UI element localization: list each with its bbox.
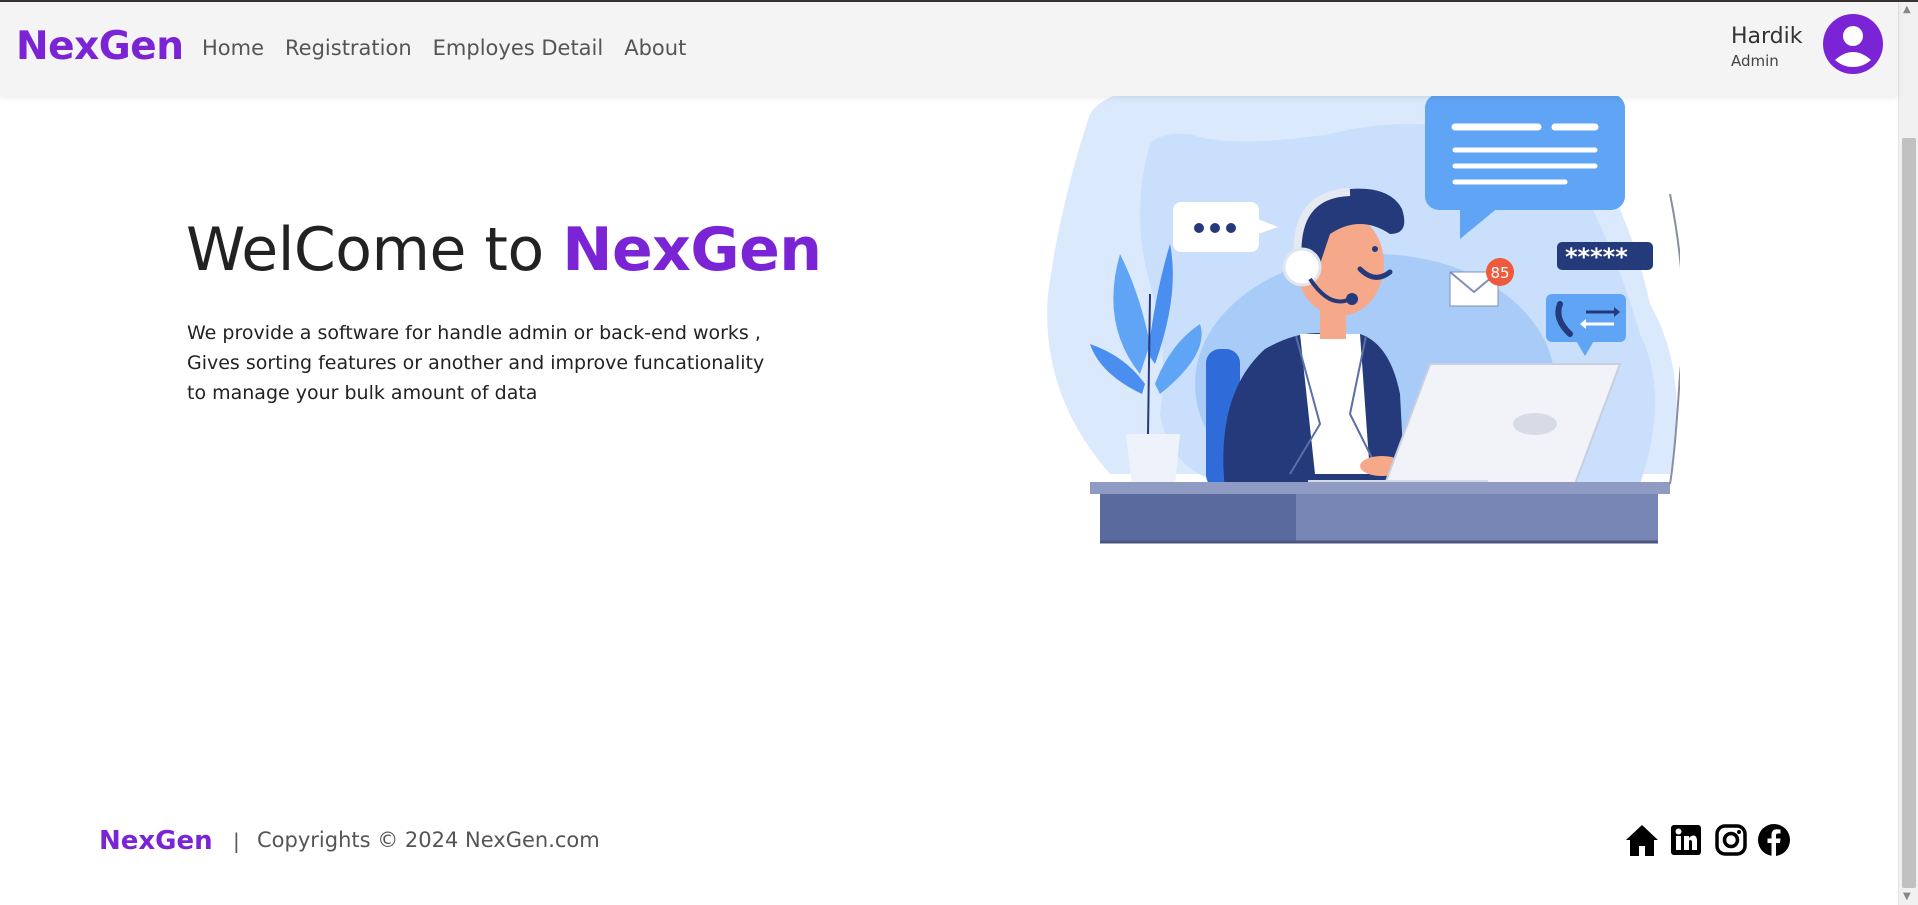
user-role: Admin — [1731, 52, 1779, 70]
support-agent-illustration: ***** 85 — [1047, 94, 1680, 544]
hero-description-line: Gives sorting features or another and im… — [187, 352, 765, 374]
hero-description-line: to manage your bulk amount of data — [187, 382, 538, 404]
user-avatar-icon[interactable] — [1823, 14, 1883, 74]
password-field-icon: ***** — [1557, 242, 1653, 271]
nav-links: Home Registration Employes Detail About — [202, 36, 707, 60]
hero-description-line: We provide a software for handle admin o… — [187, 322, 761, 344]
user-info: Hardik Admin — [1731, 24, 1803, 70]
navbar: NexGen Home Registration Employes Detail… — [0, 2, 1898, 96]
scroll-up-arrow-icon[interactable]: ▲ — [1903, 4, 1911, 15]
hero-title-prefix: WelCome to — [186, 215, 563, 285]
desk — [1090, 482, 1670, 544]
nav-link-registration[interactable]: Registration — [285, 36, 412, 60]
social-links — [1623, 822, 1799, 858]
nav-link-about[interactable]: About — [624, 36, 686, 60]
hero-title-accent: NexGen — [562, 215, 822, 285]
hero-title: WelCome to NexGen — [186, 215, 822, 285]
password-mask: ***** — [1565, 243, 1628, 271]
instagram-icon[interactable] — [1711, 822, 1749, 858]
hero-description: We provide a software for handle admin o… — [187, 318, 827, 408]
footer-copyright: Copyrights © 2024 NexGen.com — [257, 828, 600, 852]
nav-link-employes-detail[interactable]: Employes Detail — [433, 36, 604, 60]
home-icon[interactable] — [1623, 822, 1661, 858]
user-name: Hardik — [1731, 24, 1803, 49]
linkedin-icon[interactable] — [1667, 822, 1705, 858]
page-scrollbar[interactable]: ▲ ▼ — [1898, 2, 1918, 905]
brand-logo[interactable]: NexGen — [16, 24, 184, 69]
scroll-thumb[interactable] — [1902, 138, 1916, 888]
facebook-icon[interactable] — [1755, 822, 1793, 858]
notification-badge-count: 85 — [1490, 264, 1509, 282]
footer-brand[interactable]: NexGen — [99, 826, 213, 856]
scroll-down-arrow-icon[interactable]: ▼ — [1903, 891, 1911, 902]
nav-link-home[interactable]: Home — [202, 36, 264, 60]
footer-separator: | — [233, 829, 240, 853]
